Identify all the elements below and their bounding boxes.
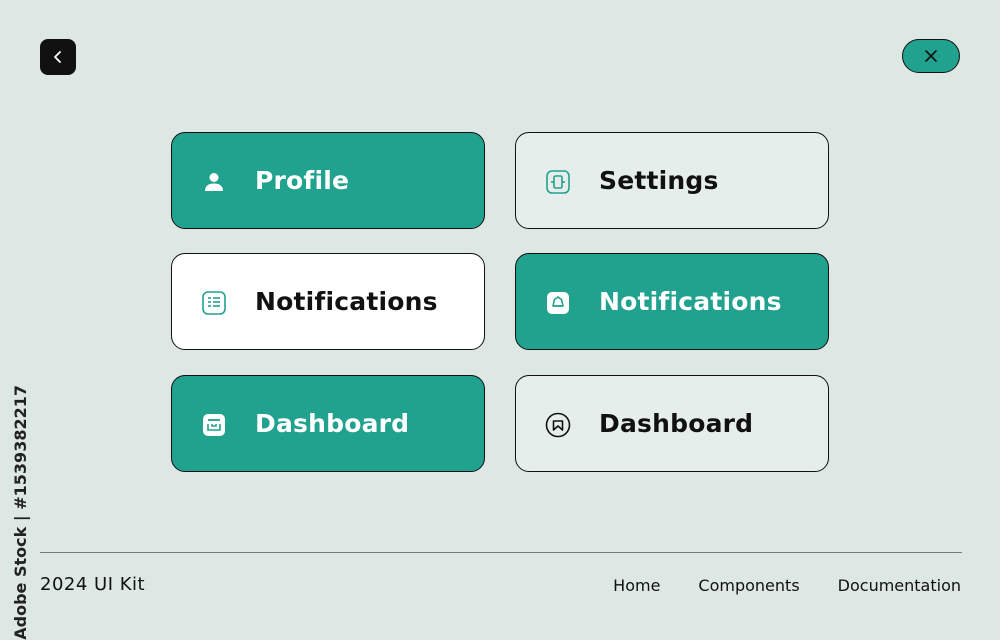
card-label: Settings (599, 166, 719, 195)
footer-divider (40, 552, 962, 553)
close-button[interactable] (902, 39, 960, 73)
footer-nav: Home Components Documentation (613, 576, 961, 595)
card-label: Dashboard (255, 409, 410, 438)
back-button[interactable] (40, 39, 76, 75)
footer-brand: 2024 UI Kit (40, 574, 146, 595)
card-label: Dashboard (599, 409, 754, 438)
list-icon (201, 290, 227, 316)
footer-link-home[interactable]: Home (613, 576, 660, 595)
stock-id-label: Adobe Stock | #1539382217 (11, 385, 30, 640)
footer-link-documentation[interactable]: Documentation (838, 576, 961, 595)
inbox-icon (201, 412, 227, 438)
dashboard-card[interactable]: Dashboard (171, 375, 485, 472)
settings-card[interactable]: Settings (515, 132, 829, 229)
notifications-card[interactable]: Notifications (171, 253, 485, 350)
card-label: Notifications (255, 287, 438, 316)
bell-icon (545, 290, 571, 316)
notifications-card[interactable]: Notifications (515, 253, 829, 350)
card-label: Profile (255, 166, 350, 195)
badge-icon (545, 412, 571, 438)
user-icon (201, 169, 227, 195)
card-label: Notifications (599, 287, 782, 316)
profile-card[interactable]: Profile (171, 132, 485, 229)
settings-icon (545, 169, 571, 195)
chevron-left-icon (54, 51, 61, 63)
dashboard-card[interactable]: Dashboard (515, 375, 829, 472)
footer-link-components[interactable]: Components (698, 576, 799, 595)
close-icon (925, 50, 937, 62)
